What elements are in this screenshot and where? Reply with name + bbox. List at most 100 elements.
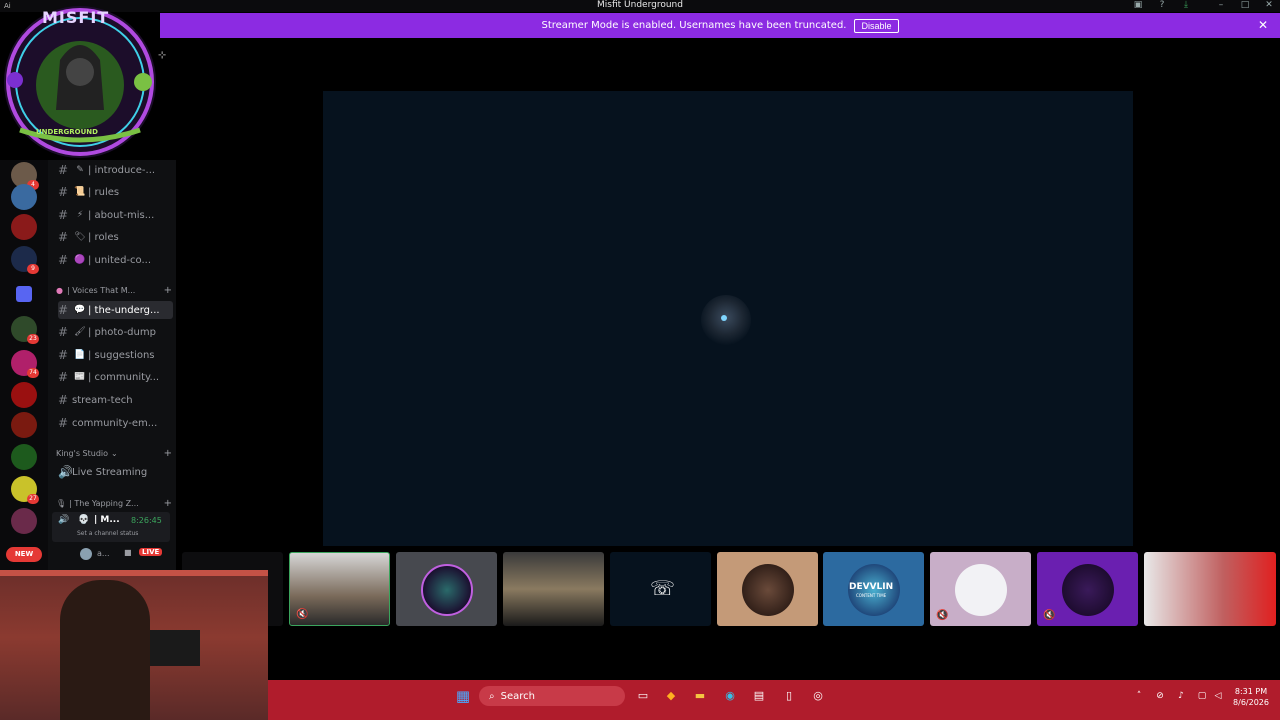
server-icon[interactable]: 23 [11, 316, 39, 344]
channel-introduce[interactable]: # ✎ | introduce-... [58, 161, 173, 179]
channel-community[interactable]: # 📰 | community... [58, 368, 173, 386]
system-clock[interactable]: 8:31 PM 8/6/2026 [1226, 686, 1276, 708]
channel-live-streaming[interactable]: 🔊 Live Streaming [58, 463, 173, 481]
server-icon[interactable]: 27 [11, 476, 39, 504]
taskbar-search[interactable]: ⌕ Search [479, 686, 625, 706]
participant-tile[interactable] [396, 552, 497, 626]
chevron-up-icon[interactable]: ˄ [1131, 688, 1147, 704]
devvlin-text: DEVVLIN [849, 582, 894, 592]
category-kings-studio[interactable]: King's Studio ⌄ + [56, 446, 176, 460]
channel-roles[interactable]: # 🏷 | roles [58, 228, 173, 246]
title-bar: Misfit Underground ▣ ? ⤓ – □ ✕ [0, 0, 1280, 12]
voice-timer: 8:26:45 [131, 516, 162, 525]
server-rail: 4 9 23 74 27 [0, 160, 48, 570]
notepad-icon[interactable]: ▯ [781, 688, 797, 704]
channel-list: # ✎ | introduce-... # 📜 | rules # ⚡ | about-mi… [48, 160, 176, 570]
voice-user-panel[interactable]: 🔊 💀 | M... 8:26:45 Set a channel status [52, 512, 170, 542]
hash-icon: # [58, 370, 69, 384]
mute-icon: 🔇 [936, 610, 949, 621]
volume-icon[interactable]: ◁ [1210, 688, 1226, 704]
edge-browser-icon[interactable]: ◉ [722, 688, 738, 704]
hash-icon: # [58, 208, 69, 222]
channel-stream-tech[interactable]: # stream-tech [58, 391, 173, 409]
folder-icon[interactable] [16, 286, 32, 302]
participant-tile[interactable] [717, 552, 818, 626]
download-icon[interactable]: ⤓ [1179, 0, 1193, 10]
microphone-icon[interactable]: ♪ [1173, 688, 1189, 704]
participant-avatar [1062, 564, 1114, 616]
participant-tile[interactable]: DEVVLIN CONTENT TIME [823, 552, 924, 626]
inbox-icon[interactable]: ▣ [1131, 0, 1145, 10]
category-voices[interactable]: ● | Voices That M... + [56, 283, 176, 297]
channel-photo-dump[interactable]: # 🖌 | photo-dump [58, 323, 173, 341]
avatar[interactable] [80, 548, 92, 560]
hash-icon: # [58, 163, 69, 177]
mic-icon: 🎙 [56, 498, 67, 508]
close-window-button[interactable]: ✕ [1262, 0, 1276, 10]
add-channel-icon[interactable]: + [164, 285, 172, 296]
person-silhouette [60, 580, 150, 720]
server-icon[interactable] [11, 508, 37, 534]
participant-tile[interactable]: 🔇 [930, 552, 1031, 626]
server-icon[interactable] [11, 444, 37, 470]
streamer-avatar [701, 295, 751, 345]
eye-icon [721, 315, 727, 321]
server-icon[interactable] [11, 382, 37, 408]
banner-close-icon[interactable]: ✕ [1258, 18, 1268, 32]
hash-icon: # [58, 348, 69, 362]
copilot-icon[interactable]: ◆ [663, 688, 679, 704]
taskbar [268, 680, 1280, 720]
channel-community-em[interactable]: # community-em... [58, 414, 173, 432]
mute-icon: 🔇 [1043, 610, 1056, 621]
new-badge[interactable]: NEW [6, 547, 42, 562]
help-icon[interactable]: ? [1155, 0, 1169, 10]
channel-united[interactable]: # 🟣 | united-co... [58, 251, 173, 269]
store-icon[interactable]: ▤ [751, 688, 767, 704]
webcam-overlay [0, 570, 268, 720]
server-badge: 74 [27, 368, 39, 378]
search-icon: ⌕ [489, 690, 495, 702]
server-icon[interactable]: 74 [11, 350, 39, 378]
obs-icon[interactable]: ◎ [810, 688, 826, 704]
ai-label: Ai [4, 2, 11, 10]
hash-icon: # [58, 416, 69, 430]
channel-about[interactable]: # ⚡ | about-mis... [58, 206, 173, 224]
participant-avatar [421, 564, 473, 616]
maximize-button[interactable]: □ [1238, 0, 1252, 10]
live-badge: LIVE [139, 548, 163, 556]
channel-the-underground[interactable]: # 💬 | the-underg... [58, 301, 173, 319]
category-yapping[interactable]: 🎙 | The Yapping Z... + [56, 496, 176, 510]
participant-tile[interactable] [1144, 552, 1276, 626]
minimize-button[interactable]: – [1214, 0, 1228, 10]
clock-time: 8:31 PM [1234, 687, 1268, 696]
led-strip [0, 570, 268, 576]
brain-icon: ● [56, 285, 63, 295]
participant-tile[interactable]: 🔇 [289, 552, 390, 626]
add-channel-icon[interactable]: + [164, 448, 172, 459]
server-icon[interactable] [11, 184, 37, 210]
server-logo[interactable]: Ai MISFIT UNDERGROUND [0, 0, 160, 160]
logo-subtitle: UNDERGROUND [36, 128, 98, 136]
user-name: | M... [94, 515, 120, 525]
participant-tile[interactable]: 🔇 [1037, 552, 1138, 626]
server-icon[interactable] [11, 214, 37, 240]
hash-icon: # [58, 325, 69, 339]
channel-status[interactable]: Set a channel status [77, 530, 138, 537]
network-icon[interactable]: ⊘ [1152, 688, 1168, 704]
task-view-icon[interactable]: ▭ [635, 688, 651, 704]
skull-icon: 💀 [78, 515, 90, 525]
add-channel-icon[interactable]: + [164, 498, 172, 509]
channel-rules[interactable]: # 📜 | rules [58, 183, 173, 201]
server-icon[interactable] [11, 412, 37, 438]
expand-icon[interactable]: ⊹ [158, 50, 166, 61]
hash-icon: # [58, 230, 69, 244]
channel-suggestions[interactable]: # 📄 | suggestions [58, 346, 173, 364]
file-explorer-icon[interactable]: ▬ [692, 688, 708, 704]
hash-icon: # [58, 303, 69, 317]
participant-tile[interactable]: ☏ [610, 552, 711, 626]
display-icon[interactable]: ▢ [1194, 688, 1210, 704]
windows-start-icon[interactable]: ▦ [455, 688, 471, 704]
disable-streamer-mode-button[interactable]: Disable [854, 18, 899, 33]
participant-tile[interactable] [503, 552, 604, 626]
server-icon[interactable]: 9 [11, 246, 39, 274]
